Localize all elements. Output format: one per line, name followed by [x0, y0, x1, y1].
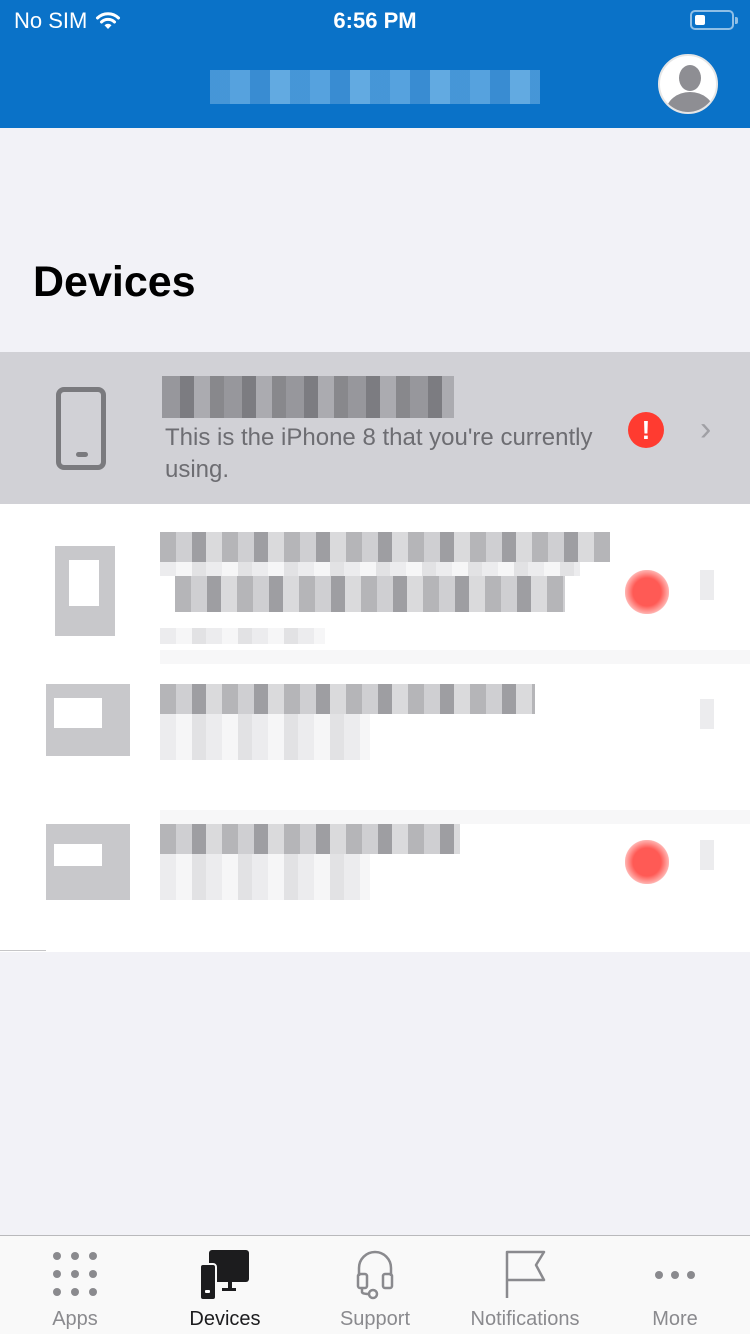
- battery-icon: [690, 10, 738, 30]
- alert-icon: [625, 570, 669, 614]
- tab-label: Devices: [189, 1308, 261, 1330]
- device-name-redacted: [160, 684, 535, 714]
- device-subtitle-redacted: [160, 562, 580, 576]
- device-row[interactable]: [0, 504, 750, 664]
- page-title: Devices: [33, 258, 196, 306]
- device-list: This is the iPhone 8 that you're current…: [0, 352, 750, 952]
- device-detail-redacted: [175, 576, 565, 612]
- device-subtitle: This is the iPhone 8 that you're current…: [165, 424, 593, 483]
- chevron-right-icon[interactable]: [700, 699, 714, 729]
- device-row[interactable]: [0, 824, 750, 952]
- tab-label: Notifications: [470, 1308, 580, 1330]
- row-separator: [160, 650, 750, 664]
- tab-more[interactable]: More: [600, 1236, 750, 1334]
- more-dots-icon: [655, 1271, 695, 1279]
- tab-support[interactable]: Support: [300, 1236, 450, 1334]
- headset-icon: [356, 1250, 394, 1300]
- alert-icon: !: [628, 412, 664, 448]
- chevron-right-icon: ›: [700, 410, 712, 448]
- device-row-current[interactable]: This is the iPhone 8 that you're current…: [0, 352, 750, 504]
- device-row[interactable]: [0, 664, 750, 824]
- top-app-bar: No SIM 6:56 PM: [0, 0, 750, 128]
- device-name-redacted: [162, 376, 454, 418]
- tab-bar: Apps Devices Support Notifications More: [0, 1235, 750, 1334]
- header-title-redacted: [210, 70, 540, 104]
- devices-icon: [200, 1250, 249, 1300]
- laptop-icon: [46, 824, 130, 900]
- tab-apps[interactable]: Apps: [0, 1236, 150, 1334]
- tab-notifications[interactable]: Notifications: [450, 1236, 600, 1334]
- tab-devices[interactable]: Devices: [150, 1236, 300, 1334]
- phone-icon: [55, 546, 115, 636]
- phone-icon: [56, 387, 106, 470]
- account-avatar-button[interactable]: [658, 54, 718, 114]
- flag-icon: [505, 1250, 546, 1298]
- alert-icon: [625, 840, 669, 884]
- laptop-icon: [46, 684, 130, 756]
- device-name-redacted: [160, 824, 460, 854]
- list-end-divider: [0, 950, 46, 951]
- chevron-right-icon[interactable]: [700, 840, 714, 870]
- tab-label: More: [652, 1308, 698, 1330]
- device-subtitle-redacted: [160, 714, 370, 760]
- device-status-redacted: [160, 628, 325, 644]
- status-time: 6:56 PM: [333, 8, 417, 33]
- chevron-right-icon[interactable]: [700, 570, 714, 600]
- device-subtitle-redacted: [160, 854, 370, 900]
- row-separator: [160, 810, 750, 824]
- device-name-redacted: [160, 532, 610, 562]
- status-bar: No SIM 6:56 PM: [0, 0, 750, 40]
- grid-dots-icon: [53, 1252, 97, 1296]
- tab-label: Support: [339, 1308, 411, 1330]
- tab-label: Apps: [52, 1308, 98, 1330]
